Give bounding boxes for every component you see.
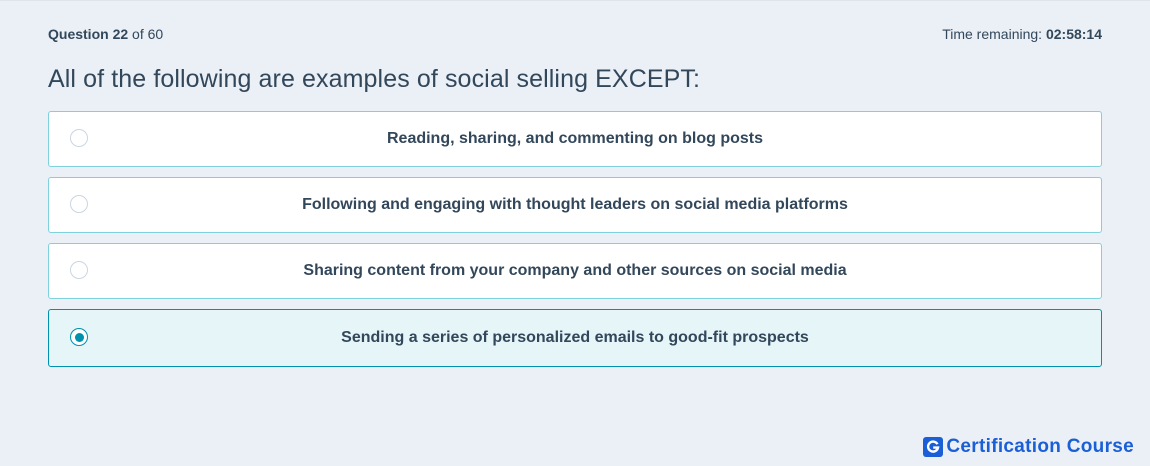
radio-button[interactable] — [70, 129, 88, 147]
answer-option-3[interactable]: Sharing content from your company and ot… — [48, 243, 1102, 299]
quiz-header: Question 22 of 60 Time remaining: 02:58:… — [48, 25, 1102, 43]
answer-option-label: Sending a series of personalized emails … — [341, 329, 809, 346]
question-number: 22 — [112, 26, 129, 42]
answer-option-label: Following and engaging with thought lead… — [302, 196, 848, 213]
radio-button-selected[interactable] — [70, 328, 88, 346]
answer-option-1[interactable]: Reading, sharing, and commenting on blog… — [48, 111, 1102, 167]
time-remaining: Time remaining: 02:58:14 — [942, 26, 1102, 42]
question-text: All of the following are examples of soc… — [48, 65, 701, 93]
question-counter: Question 22 of 60 — [48, 26, 163, 42]
answer-options: Reading, sharing, and commenting on blog… — [48, 111, 1102, 377]
question-total: of 60 — [132, 26, 164, 42]
time-remaining-label: Time remaining: — [942, 26, 1043, 42]
question-label: Question — [48, 26, 109, 42]
answer-option-2[interactable]: Following and engaging with thought lead… — [48, 177, 1102, 233]
time-remaining-value: 02:58:14 — [1045, 26, 1102, 42]
brand-name: Certification Course — [946, 436, 1134, 457]
answer-option-label: Reading, sharing, and commenting on blog… — [386, 130, 763, 147]
radio-button[interactable] — [70, 195, 88, 213]
radio-button[interactable] — [70, 261, 88, 279]
brand-logo-icon — [923, 437, 944, 457]
answer-option-4[interactable]: Sending a series of personalized emails … — [48, 309, 1102, 367]
brand-watermark: Certification Course — [923, 436, 1134, 458]
answer-option-label: Sharing content from your company and ot… — [303, 262, 847, 279]
